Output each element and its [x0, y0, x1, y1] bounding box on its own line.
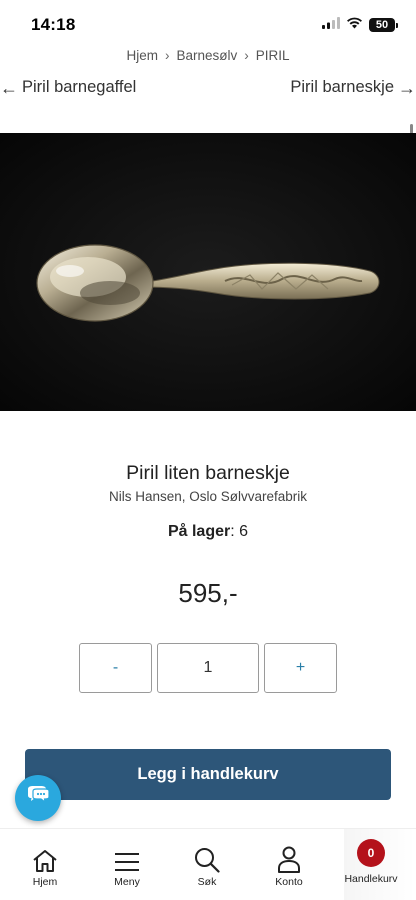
stock-label: På lager [167, 523, 231, 540]
quantity-input[interactable] [157, 643, 259, 693]
battery-level: 50 [369, 18, 395, 32]
stock-status: På lager: 6 [167, 523, 249, 540]
breadcrumb-current[interactable]: PIRIL [256, 48, 290, 63]
chat-button[interactable] [15, 775, 61, 821]
breadcrumb-separator: › [164, 48, 170, 63]
stock-count: 6 [239, 523, 249, 540]
nav-search-label: Søk [197, 876, 217, 888]
nav-home-label: Hjem [32, 876, 58, 888]
breadcrumb: Hjem › Barnesølv › PIRIL [0, 48, 416, 63]
product-title: Piril liten barneskje [126, 462, 290, 484]
home-icon [33, 850, 57, 872]
quantity-decrease-button[interactable]: - [79, 643, 152, 693]
search-icon [195, 848, 220, 873]
battery-icon: 50 [369, 18, 398, 32]
cart-count-badge: 0 [357, 839, 385, 867]
previous-product-label: Piril barnegaffel [22, 78, 137, 96]
quantity-increase-button[interactable]: + [264, 643, 337, 693]
menu-icon [115, 853, 139, 871]
status-icons: 50 [322, 16, 398, 34]
breadcrumb-category[interactable]: Barnesølv [176, 48, 237, 63]
breadcrumb-home[interactable]: Hjem [126, 48, 158, 63]
previous-product-link[interactable]: ← Piril barnegaffel [0, 78, 136, 97]
product-header: Piril liten barneskje Nils Hansen, Oslo … [0, 462, 416, 504]
product-maker: Nils Hansen, Oslo Sølvvarefabrik [108, 489, 308, 504]
wifi-icon [346, 16, 363, 34]
product-image[interactable] [0, 133, 416, 411]
nav-home[interactable]: Hjem [5, 829, 85, 888]
breadcrumb-separator: › [244, 48, 249, 63]
arrow-left-icon: ← [0, 77, 18, 98]
nav-cart-label: Handlekurv [344, 873, 398, 885]
nav-account[interactable]: Konto [249, 829, 329, 888]
add-to-cart-button[interactable]: Legg i handlekurv [25, 749, 391, 800]
chat-icon [25, 785, 51, 812]
nav-menu-label: Meny [114, 876, 140, 888]
status-time: 14:18 [31, 15, 76, 34]
next-product-label: Piril barneskje [290, 78, 394, 96]
user-icon [278, 846, 300, 873]
product-price: 595,- [178, 578, 238, 608]
bottom-navigation: Hjem Meny Søk Konto 0 Handlekurv [0, 828, 416, 900]
next-product-link[interactable]: Piril barneskje → [290, 78, 416, 97]
cart-count: 0 [367, 846, 375, 860]
product-navigation: ← Piril barnegaffel Piril barneskje → [0, 78, 416, 102]
nav-account-label: Konto [275, 876, 303, 888]
nav-menu[interactable]: Meny [87, 829, 167, 888]
quantity-stepper: - + [79, 643, 337, 693]
signal-icon [322, 16, 340, 34]
nav-cart[interactable]: 0 Handlekurv [331, 829, 411, 885]
arrow-right-icon: → [398, 77, 416, 98]
nav-search[interactable]: Søk [167, 829, 247, 888]
status-bar: 14:18 50 [0, 0, 416, 48]
